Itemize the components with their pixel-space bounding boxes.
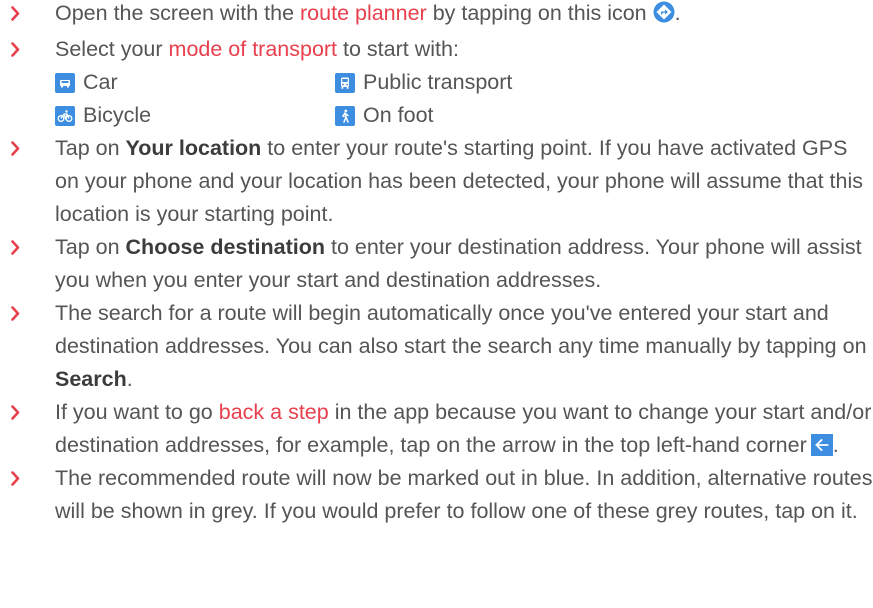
chevron-right-icon <box>8 297 22 330</box>
mode-label: Public transport <box>363 70 513 94</box>
your-location-label: Your location <box>125 136 262 160</box>
chevron-right-icon <box>8 396 22 429</box>
mode-public-transport: Public transport <box>335 66 635 99</box>
chevron-right-icon <box>8 462 22 495</box>
bicycle-icon <box>55 105 75 126</box>
item-text: The search for a route will begin automa… <box>55 301 867 358</box>
item-text: . <box>126 367 133 391</box>
car-icon <box>55 72 75 93</box>
mode-label: Bicycle <box>83 103 152 127</box>
route-planner-link[interactable]: route planner <box>300 1 427 25</box>
list-item: The recommended route will now be marked… <box>0 462 873 528</box>
item-text: Tap on <box>55 136 126 160</box>
walking-icon <box>335 105 355 126</box>
item-text: . <box>832 433 839 457</box>
list-item: Open the screen with the route planner b… <box>0 0 873 33</box>
item-text: Tap on <box>55 235 126 259</box>
list-item: Select your mode of transport to start w… <box>0 33 873 132</box>
list-item: Tap on Choose destination to enter your … <box>0 231 873 297</box>
item-text: Open the screen with the <box>55 1 301 25</box>
instruction-list: Open the screen with the route planner b… <box>0 0 873 528</box>
mode-car: Car <box>55 66 335 99</box>
bus-icon <box>335 72 355 93</box>
item-text: by tapping on this icon <box>426 1 647 25</box>
directions-icon <box>653 0 675 33</box>
search-label: Search <box>55 367 127 391</box>
mode-of-transport-link[interactable]: mode of transport <box>169 37 338 61</box>
mode-bicycle: Bicycle <box>55 99 335 132</box>
mode-label: On foot <box>363 103 434 127</box>
chevron-right-icon <box>8 0 22 30</box>
mode-on-foot: On foot <box>335 99 635 132</box>
chevron-right-icon <box>8 33 22 66</box>
mode-label: Car <box>83 70 118 94</box>
list-item: If you want to go back a step in the app… <box>0 396 873 462</box>
item-text: to start with: <box>337 37 459 61</box>
back-arrow-icon <box>810 434 833 456</box>
item-text: If you want to go <box>55 400 219 424</box>
item-text: . <box>674 1 681 25</box>
transport-modes: Car Public transport Bicycle On foot <box>55 66 873 132</box>
item-text: Select your <box>55 37 169 61</box>
back-a-step-link[interactable]: back a step <box>219 400 329 424</box>
list-item: Tap on Your location to enter your route… <box>0 132 873 231</box>
chevron-right-icon <box>8 231 22 264</box>
item-text: The recommended route will now be marked… <box>55 466 873 523</box>
list-item: The search for a route will begin automa… <box>0 297 873 396</box>
choose-destination-label: Choose destination <box>125 235 326 259</box>
chevron-right-icon <box>8 132 22 165</box>
